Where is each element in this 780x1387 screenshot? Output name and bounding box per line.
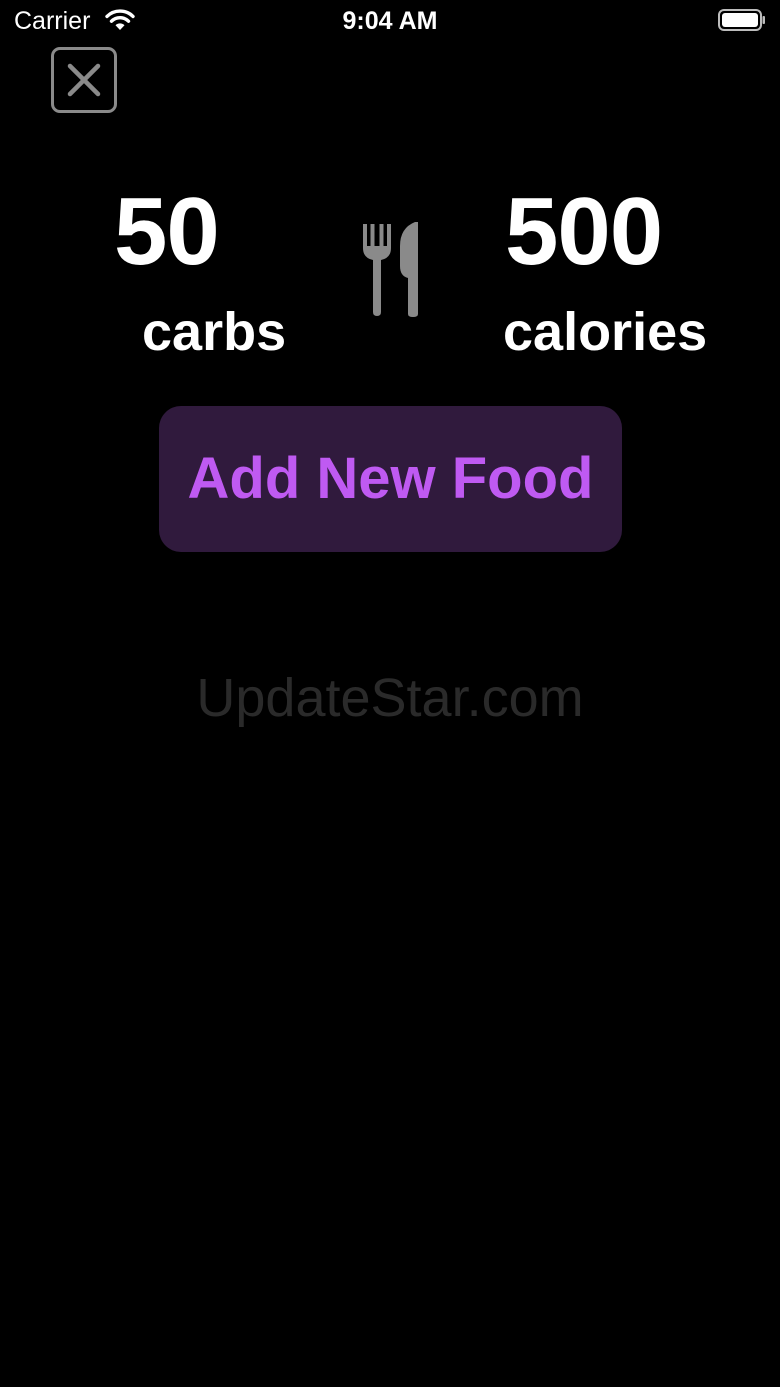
carbs-label: carbs xyxy=(142,302,287,362)
calories-value: 500 xyxy=(505,178,663,285)
carbs-value: 50 xyxy=(114,178,220,285)
close-icon xyxy=(67,63,101,97)
status-bar: Carrier 9:04 AM xyxy=(0,0,780,44)
watermark-text: UpdateStar.com xyxy=(196,668,584,728)
close-button[interactable] xyxy=(51,47,117,113)
status-time: 9:04 AM xyxy=(342,7,438,35)
battery-icon xyxy=(718,9,765,31)
add-new-food-button[interactable]: Add New Food xyxy=(159,406,622,552)
fork-knife-icon xyxy=(363,222,418,317)
calories-label: calories xyxy=(503,302,708,362)
